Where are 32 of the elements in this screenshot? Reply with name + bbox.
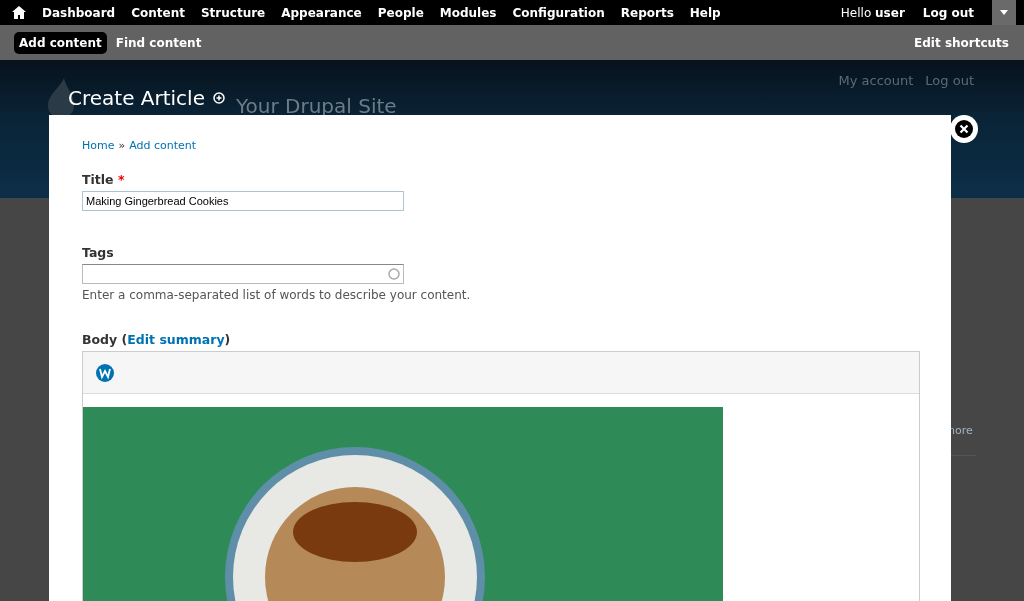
breadcrumb-link[interactable]: Add content xyxy=(129,139,197,152)
editor-toggle-icon[interactable] xyxy=(96,363,114,382)
shortcuts-toggle-button[interactable] xyxy=(992,0,1016,25)
add-shortcut-icon[interactable] xyxy=(213,92,225,104)
overlay-title: Create Article xyxy=(68,86,205,110)
menu-link[interactable]: Configuration xyxy=(504,5,613,20)
shortcut-link[interactable]: Find content xyxy=(110,31,207,54)
editor-area[interactable] xyxy=(82,351,920,601)
menu-link[interactable]: People xyxy=(369,5,432,20)
breadcrumb-separator: » xyxy=(118,139,126,152)
menu-link[interactable]: Help xyxy=(681,5,729,20)
menu-link[interactable]: Dashboard xyxy=(34,5,124,20)
menu-link[interactable]: Appearance xyxy=(273,5,370,20)
field-description: Enter a comma-separated list of words to describe your content. xyxy=(82,288,472,302)
logout-link[interactable]: Log out xyxy=(914,5,982,20)
greeting-text: Hello user xyxy=(839,5,906,20)
title-input[interactable]: Making Gingerbread Cookies xyxy=(82,191,404,211)
site-name: Your Drupal Site xyxy=(236,94,397,118)
edit-shortcuts-link[interactable]: Edit shortcuts xyxy=(909,31,1014,54)
home-icon[interactable] xyxy=(12,6,26,19)
menu-link[interactable]: Modules xyxy=(431,5,505,20)
shortcut-link[interactable]: Add content xyxy=(14,31,107,54)
caret-icon xyxy=(1000,10,1008,15)
breadcrumb-link[interactable]: Home xyxy=(82,139,115,152)
tags-input[interactable] xyxy=(82,264,404,284)
menu-link[interactable]: Reports xyxy=(612,5,682,20)
throbber-icon xyxy=(388,268,400,280)
field-label: Title * xyxy=(82,172,126,187)
menu-link[interactable]: Structure xyxy=(192,5,274,20)
menu-link[interactable]: Content xyxy=(123,5,193,20)
field-label: Tags xyxy=(82,245,115,260)
body-label: Body (Edit summary) xyxy=(82,332,232,347)
